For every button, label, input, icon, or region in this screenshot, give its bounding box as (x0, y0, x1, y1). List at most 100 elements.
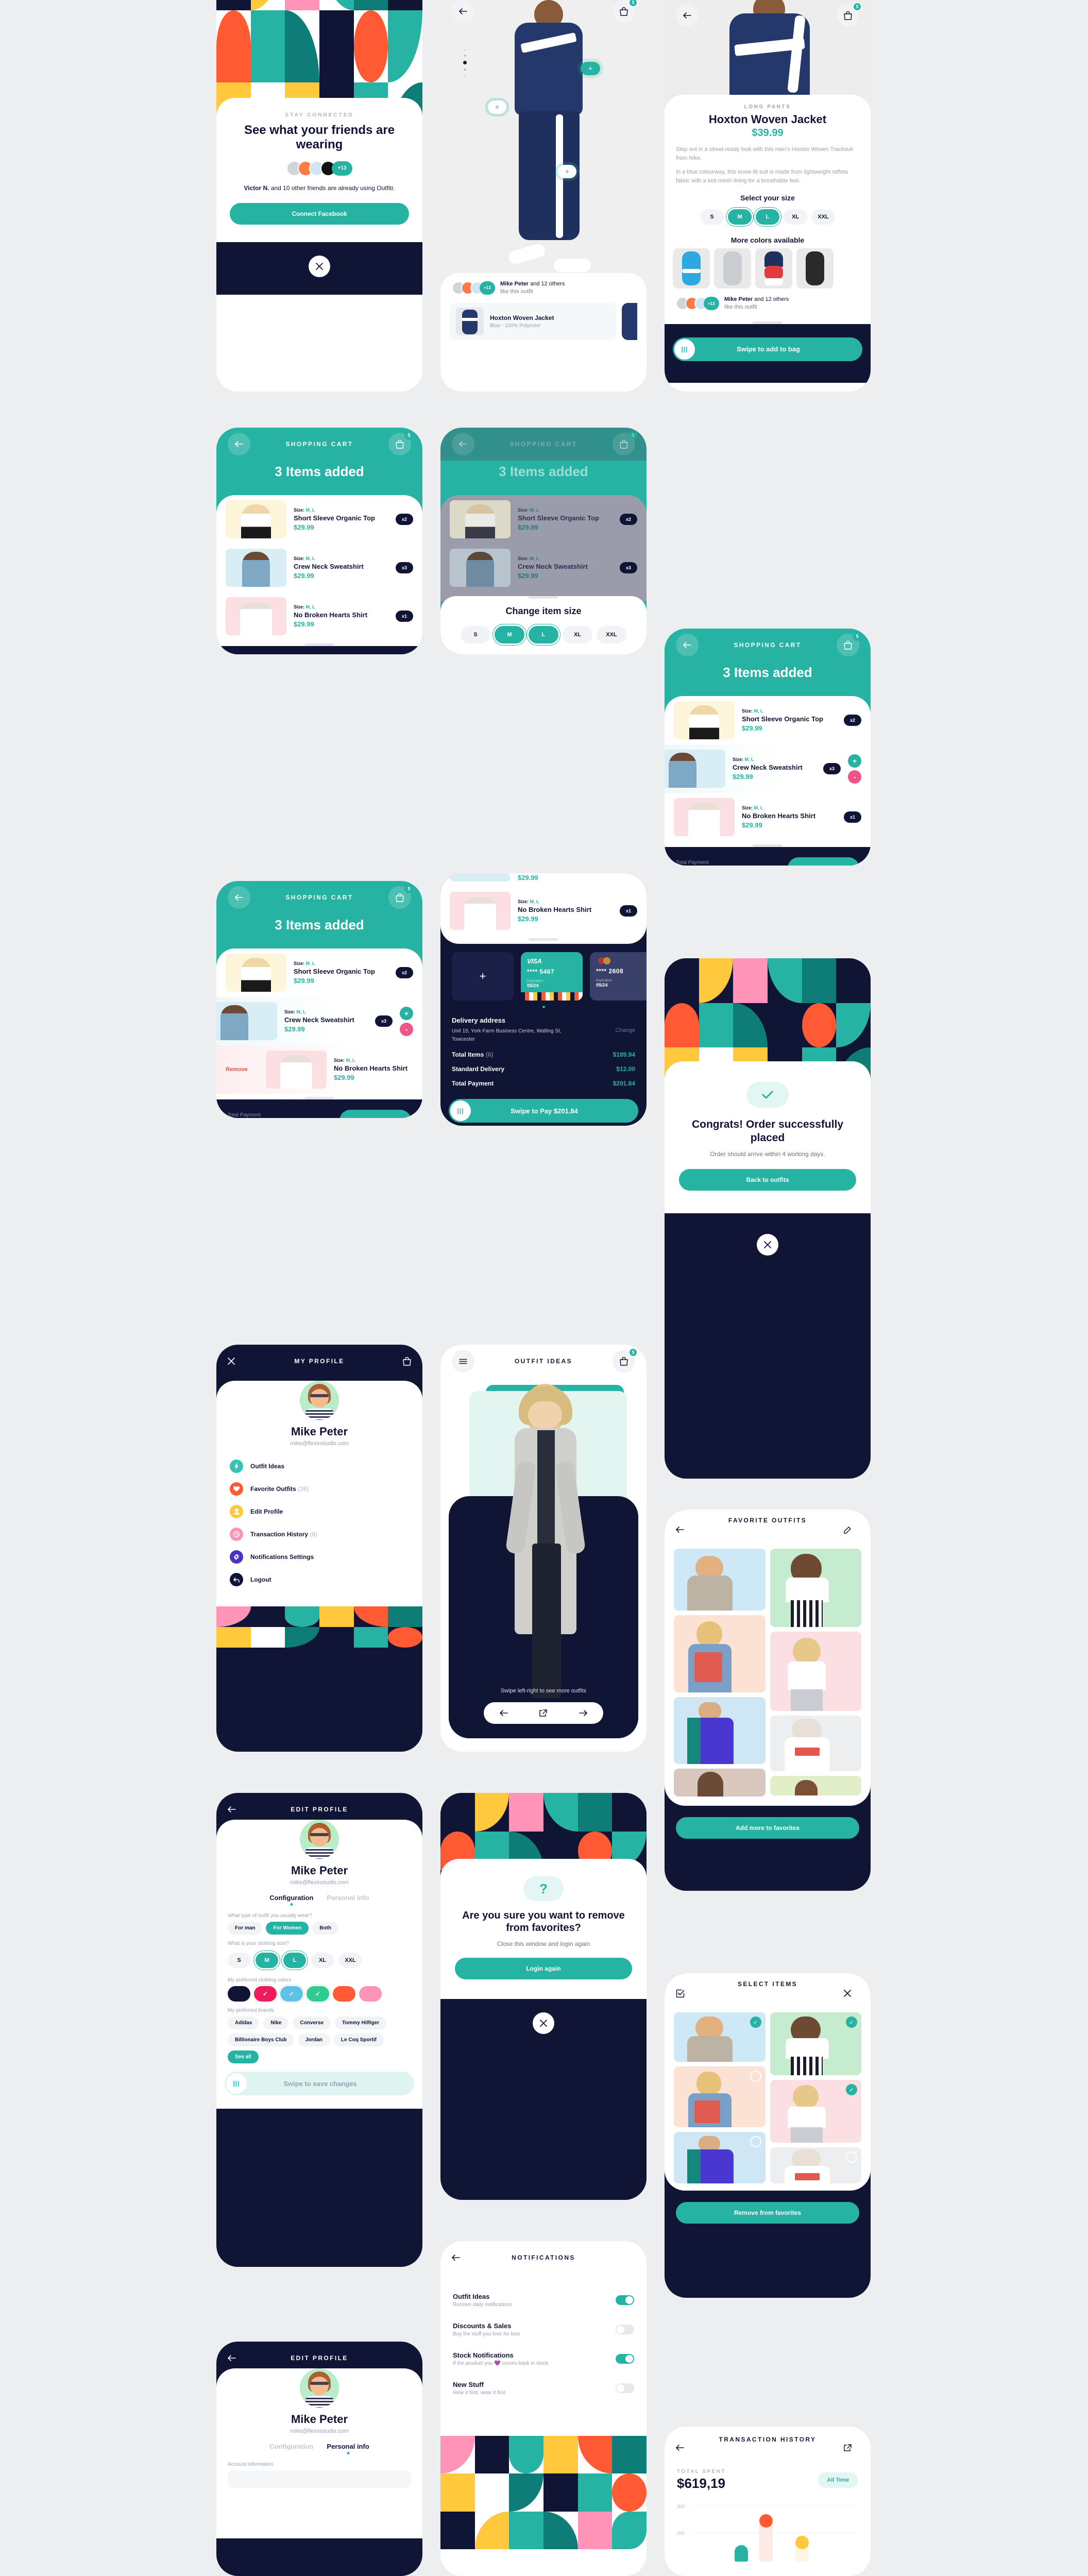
color-swatch-pink[interactable]: ✓ (254, 1986, 277, 2002)
list-item[interactable] (770, 1716, 861, 1771)
cart-bag-button[interactable]: 5 (613, 431, 638, 455)
carousel-dots[interactable] (463, 49, 467, 76)
list-item[interactable] (674, 2132, 766, 2183)
bag-button[interactable]: 5 (613, 0, 638, 23)
increase-quantity-button[interactable]: + (400, 1006, 413, 1020)
sidebar-item-edit-profile[interactable]: Edit Profile (230, 1500, 409, 1523)
sidebar-item-transaction-history[interactable]: Transaction History (8) (230, 1523, 409, 1546)
cart-bag-button[interactable]: 5 (837, 632, 862, 656)
brand-converse[interactable]: Converse (293, 2016, 331, 2029)
color-variants-carousel[interactable] (665, 248, 871, 289)
list-item[interactable] (770, 2147, 861, 2183)
size-option-l[interactable]: L (529, 626, 558, 643)
checkout-button[interactable]: Go to checkout (339, 1110, 411, 1118)
option-for-man[interactable]: For man (228, 1922, 263, 1935)
payment-card-visa[interactable]: VISA **** 5467 Expiration 05/24 (521, 952, 583, 1001)
decrease-quantity-button[interactable]: - (400, 1022, 413, 1036)
selection-check[interactable]: ✓ (846, 2084, 857, 2095)
table-row-swiped[interactable]: Size: M, L Crew Neck Sweatshirt $29.99 x… (216, 997, 422, 1045)
back-button[interactable] (676, 2445, 691, 2451)
color-swatch-lightpink[interactable] (359, 1986, 382, 2002)
selection-check[interactable] (750, 2071, 761, 2082)
tab-configuration[interactable]: Configuration (269, 2443, 313, 2455)
share-outfit-button[interactable] (539, 1709, 548, 1717)
size-option-s[interactable]: S (461, 626, 490, 643)
change-address-button[interactable]: Change (615, 1027, 635, 1033)
color-swatch-orange[interactable] (333, 1986, 355, 2002)
table-row-swiped[interactable]: Size: M, L Crew Neck Sweatshirt $29.99 x… (665, 744, 871, 793)
list-item[interactable] (770, 1632, 861, 1711)
list-item[interactable] (770, 1549, 861, 1627)
table-row-remove[interactable]: Remove Size: M, L No Broken Hearts Shirt… (216, 1045, 422, 1094)
table-row[interactable]: Size: M, L No Broken Hearts Shirt $29.99… (665, 793, 871, 841)
color-variant-blue[interactable] (673, 248, 710, 289)
selection-check[interactable]: ✓ (750, 2016, 761, 2028)
checkout-button[interactable]: Go to checkout (787, 857, 859, 866)
item-quantity[interactable]: x3 (823, 763, 841, 774)
payment-card-mastercard[interactable]: **** 2608 Expiration 05/24 (590, 952, 647, 1001)
login-again-button[interactable]: Login again (455, 1958, 632, 1979)
sidebar-item-favorite-outfits[interactable]: Favorite Outfits (26) (230, 1478, 409, 1500)
sidebar-item-notifications-settings[interactable]: Notifications Settings (230, 1546, 409, 1568)
cart-bag-button[interactable]: 5 (388, 884, 414, 909)
size-option-m[interactable]: M (256, 1953, 278, 1968)
tab-configuration[interactable]: Configuration (269, 1894, 313, 1907)
back-button[interactable] (452, 0, 474, 23)
list-item[interactable]: ✓ (674, 2012, 766, 2062)
table-row[interactable]: Size: M, L Short Sleeve Organic Top $29.… (216, 495, 422, 544)
avatar[interactable] (300, 2368, 339, 2408)
size-option-xl[interactable]: XL (311, 1953, 334, 1968)
color-swatch-green[interactable]: ✓ (307, 1986, 329, 2002)
swipe-to-pay[interactable]: ||| Swipe to Pay $201.84 (449, 1099, 638, 1123)
list-item[interactable] (674, 1697, 766, 1764)
select-all-button[interactable] (676, 1989, 691, 1998)
toggle-new-stuff[interactable] (616, 2383, 634, 2393)
size-option-xxl[interactable]: XXL (339, 1953, 362, 1968)
brand-le-coq-sportif[interactable]: Le Coq Sportif (333, 2033, 384, 2046)
option-for-women[interactable]: For Women (266, 1922, 309, 1935)
back-button[interactable] (452, 433, 474, 455)
item-quantity[interactable]: x1 (844, 811, 861, 823)
close-button[interactable] (309, 255, 330, 277)
size-option-s[interactable]: S (700, 209, 724, 225)
add-more-to-favorites-button[interactable]: Add more to favorites (676, 1817, 859, 1839)
back-button[interactable] (676, 634, 699, 656)
hotspot-add-jacket[interactable]: + (581, 62, 600, 75)
remove-from-favorites-button[interactable]: Remove from favorites (676, 2202, 859, 2224)
list-item[interactable] (674, 1549, 766, 1611)
edit-favorites-button[interactable] (844, 1526, 859, 1534)
color-swatch-navy[interactable] (228, 1986, 250, 2002)
close-button[interactable] (844, 1990, 859, 1997)
table-row[interactable]: Size: M, L No Broken Hearts Shirt $29.99… (216, 592, 422, 640)
brand-nike[interactable]: Nike (263, 2016, 289, 2029)
add-card-button[interactable]: + (452, 952, 514, 1001)
list-item[interactable]: ✓ (770, 2012, 861, 2075)
toggle-stock[interactable] (616, 2354, 634, 2364)
size-option-l[interactable]: L (756, 209, 779, 225)
sheet-grabber[interactable] (753, 321, 783, 324)
toggle-outfit-ideas[interactable] (616, 2295, 634, 2305)
tab-personal-info[interactable]: Personal info (327, 1894, 369, 1907)
size-option-s[interactable]: S (228, 1953, 250, 1968)
tab-personal-info[interactable]: Personal info (327, 2443, 369, 2455)
item-quantity[interactable]: x2 (396, 967, 413, 978)
sidebar-item-outfit-ideas[interactable]: Outfit Ideas (230, 1455, 409, 1478)
brand-billionaire-boys-club[interactable]: Billionaire Boys Club (228, 2033, 294, 2046)
item-quantity[interactable]: x2 (844, 715, 861, 726)
share-button[interactable] (844, 2444, 859, 2452)
selection-check[interactable] (750, 2136, 761, 2147)
back-button[interactable] (228, 886, 250, 909)
back-button[interactable] (228, 433, 250, 455)
color-swatch-blue[interactable]: ✓ (280, 1986, 303, 2002)
next-outfit-button[interactable] (579, 1710, 587, 1716)
swipe-save-changes[interactable]: ||| Swipe to save changes (225, 2072, 414, 2095)
back-button[interactable] (676, 4, 699, 27)
account-field[interactable] (228, 2470, 411, 2488)
size-option-xxl[interactable]: XXL (597, 626, 626, 643)
range-filter-button[interactable]: All Time (818, 2472, 858, 2488)
avatar[interactable] (300, 1381, 339, 1420)
list-item[interactable] (674, 2066, 766, 2127)
back-button[interactable] (452, 2255, 467, 2261)
size-option-m[interactable]: M (495, 626, 524, 643)
list-item[interactable] (770, 1776, 861, 1795)
